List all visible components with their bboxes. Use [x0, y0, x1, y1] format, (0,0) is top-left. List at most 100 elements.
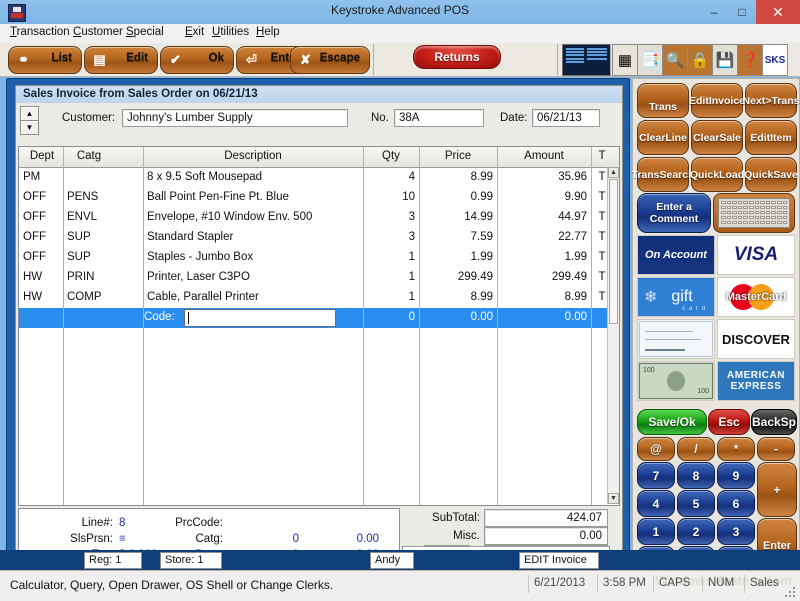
edit-item-button[interactable]: Edit Item [745, 120, 797, 155]
table-row[interactable]: OFF SUP Standard Stapler 3 7.59 22.77 T [19, 228, 619, 248]
discover-tile[interactable]: DISCOVER [717, 319, 795, 359]
keypad-op-multiply[interactable]: * [717, 437, 755, 461]
sks-logo-icon[interactable]: SKS [762, 44, 788, 76]
next-trans-button[interactable]: Next> Trans [743, 83, 799, 118]
edit-invoice-button[interactable]: Edit Invoice [689, 83, 745, 118]
prev-trans-button[interactable]: Trans [637, 83, 689, 118]
visa-tile[interactable]: VISA [717, 235, 795, 275]
floppy-save-icon-glyph: 💾 [715, 52, 735, 69]
ok-toolbar-button[interactable]: ✔ Ok [160, 46, 234, 74]
cell-dept: OFF [23, 211, 46, 223]
esc-button[interactable]: Esc [708, 409, 750, 435]
minimize-button[interactable]: – [700, 0, 728, 24]
customer-input[interactable]: Johnny's Lumber Supply [122, 109, 348, 127]
menu-item-exit[interactable]: Exit [185, 26, 204, 38]
keypad-key-5[interactable]: 5 [677, 490, 715, 517]
edit-toolbar-button[interactable]: ▤ Edit [84, 46, 158, 74]
report-icon[interactable]: 📑 [637, 44, 663, 76]
table-row[interactable]: HW COMP Cable, Parallel Printer 1 8.99 8.99 T [19, 288, 619, 308]
gift-card-tile[interactable]: ❄ gift c a r d [637, 277, 715, 317]
check-tile[interactable] [637, 319, 715, 359]
quick-save-button[interactable]: Quick Save [744, 157, 798, 192]
table-row[interactable]: PM 8 x 9.5 Soft Mousepad 4 8.99 35.96 T [19, 168, 619, 188]
keypad-key-8[interactable]: 8 [677, 462, 715, 489]
entry-qty[interactable]: 0 [367, 311, 415, 323]
edit-document-icon: ▤ [93, 52, 106, 67]
keypad-op-at[interactable]: @ [637, 437, 675, 461]
keypad-key-6[interactable]: 6 [717, 490, 755, 517]
escape-toolbar-button[interactable]: ✘ Escape [290, 46, 370, 74]
clear-line-button[interactable]: Clear Line [637, 120, 689, 155]
trans-search-button[interactable]: Trans Search [631, 157, 695, 192]
keypad-key-3[interactable]: 3 [717, 518, 755, 545]
keypad-op-minus[interactable]: - [757, 437, 795, 461]
button-line: Item [770, 131, 792, 144]
scrollbar-thumb[interactable] [609, 179, 618, 324]
column-header-desc[interactable]: Description [147, 150, 359, 162]
floppy-save-icon[interactable]: 💾 [712, 44, 738, 76]
amex-tile[interactable]: AMERICAN EXPRESS [717, 361, 795, 401]
column-header-t[interactable]: T [595, 150, 609, 162]
invoice-no-input[interactable]: 38A [394, 109, 484, 127]
menu-item-special[interactable]: Special [126, 26, 164, 38]
close-button[interactable]: ✕ [756, 0, 800, 24]
returns-button[interactable]: Returns [413, 45, 501, 69]
menu-item-customer[interactable]: Customer [73, 26, 123, 38]
invoice-date-input[interactable]: 06/21/13 [532, 109, 600, 127]
keypad-key-9[interactable]: 9 [717, 462, 755, 489]
invoice-date-label: Date: [500, 112, 528, 124]
magnifier-icon[interactable]: 🔍 [662, 44, 688, 76]
code-entry-wrapper: Code: [144, 309, 366, 327]
column-header-dept[interactable]: Dept [23, 150, 61, 162]
keypad-key-2[interactable]: 2 [677, 518, 715, 545]
table-row[interactable]: OFF PENS Ball Point Pen-Fine Pt. Blue 10 0.9… [19, 188, 619, 208]
misc-value: 0.00 [579, 530, 602, 542]
security-lock-icon[interactable]: 🔒 [687, 44, 713, 76]
keypad-op-divide[interactable]: / [677, 437, 715, 461]
resize-grip[interactable] [785, 587, 797, 599]
table-row[interactable]: HW PRIN Printer, Laser C3PO 1 299.49 299.49 T [19, 268, 619, 288]
backspace-button[interactable]: BackSp [751, 409, 797, 435]
column-header-price[interactable]: Price [423, 150, 493, 162]
calendar-icon[interactable]: ▦ [612, 44, 638, 76]
save-ok-button[interactable]: Save/Ok [637, 409, 707, 435]
status-date: 6/21/2013 [534, 577, 586, 589]
menu-item-help[interactable]: Help [256, 26, 280, 38]
enter-comment-button[interactable]: Enter a Comment [637, 193, 711, 233]
on-account-tile[interactable]: On Account [637, 235, 715, 275]
minimize-icon: – [710, 5, 718, 19]
entry-amount[interactable]: 0.00 [501, 311, 587, 323]
keypad-key-4[interactable]: 4 [637, 490, 675, 517]
table-row[interactable]: OFF SUP Staples - Jumbo Box 1 1.99 1.99 T [19, 248, 619, 268]
list-toolbar-button[interactable]: ⚭ List [8, 46, 82, 74]
scroll-down-button[interactable]: ▼ [608, 493, 619, 504]
menu-item-transaction[interactable]: Transaction [10, 26, 70, 38]
new-line-entry-row[interactable]: Code: 0 0.00 0.00 [19, 308, 619, 328]
entry-price[interactable]: 0.00 [423, 311, 493, 323]
on-screen-keyboard-button[interactable] [713, 193, 795, 233]
table-row[interactable]: OFF ENVL Envelope, #10 Window Env. 500 3 14.… [19, 208, 619, 228]
escape-label: Escape [319, 52, 360, 64]
cash-tile[interactable]: 100 100 [637, 361, 715, 401]
column-header-amount[interactable]: Amount [501, 150, 587, 162]
menu-item-utilities[interactable]: Utilities [212, 26, 249, 38]
cell-dept: OFF [23, 251, 46, 263]
cell-catg: SUP [67, 251, 91, 263]
keypad-plus-button[interactable]: + [757, 462, 797, 517]
clear-sale-button[interactable]: Clear Sale [691, 120, 743, 155]
screen-display-icon[interactable] [562, 44, 611, 76]
column-header-qty[interactable]: Qty [367, 150, 415, 162]
mastercard-tile[interactable]: MasterCard [717, 277, 795, 317]
scroll-up-button[interactable]: ▲ [608, 167, 619, 178]
quick-load-button[interactable]: Quick Load [690, 157, 744, 192]
code-input[interactable] [184, 309, 336, 327]
keypad-key-7[interactable]: 7 [637, 462, 675, 489]
help-question-icon[interactable]: ❓ [737, 44, 763, 76]
column-header-catg[interactable]: Catg [67, 150, 111, 162]
keypad-key-1[interactable]: 1 [637, 518, 675, 545]
list-label: List [51, 52, 72, 64]
grid-scrollbar[interactable]: ▲ ▼ [607, 167, 619, 504]
maximize-button[interactable]: □ [728, 0, 756, 24]
line-items-grid[interactable]: Dept Catg Description Qty Price Amount T PM 8 x… [18, 146, 620, 506]
misc-field[interactable]: 0.00 [484, 527, 608, 545]
